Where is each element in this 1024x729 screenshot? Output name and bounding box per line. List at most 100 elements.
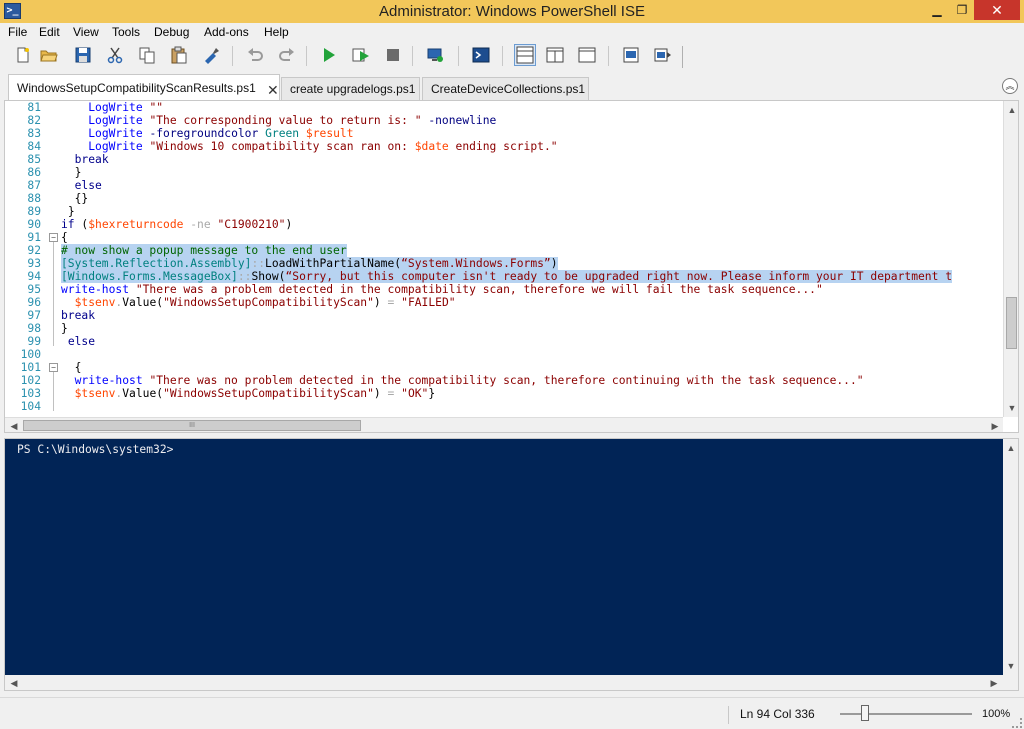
scroll-up-arrow-icon[interactable]: ▲ bbox=[1005, 103, 1018, 117]
code-line[interactable]: 83 LogWrite -foregroundcolor Green $resu… bbox=[5, 127, 1003, 140]
paste-icon[interactable] bbox=[170, 46, 188, 64]
minimize-button[interactable]: ▁ bbox=[924, 0, 950, 20]
menu-addons[interactable]: Add-ons bbox=[204, 25, 249, 39]
code-line[interactable]: 100 bbox=[5, 348, 1003, 361]
token: {} bbox=[74, 192, 89, 205]
menu-bar: File Edit View Tools Debug Add-ons Help bbox=[0, 23, 1024, 42]
code-line[interactable]: 102 write-host "There was no problem det… bbox=[5, 374, 1003, 387]
code-line[interactable]: 82 LogWrite "The corresponding value to … bbox=[5, 114, 1003, 127]
show-command-window-icon[interactable] bbox=[654, 46, 672, 64]
token: $hexreturncode bbox=[88, 218, 184, 231]
commands-addon-icon[interactable] bbox=[622, 46, 640, 64]
collapse-region-icon[interactable]: − bbox=[49, 233, 58, 242]
code-text: } bbox=[61, 205, 75, 218]
token: } bbox=[74, 166, 82, 179]
code-line[interactable]: 81 LogWrite "" bbox=[5, 101, 1003, 114]
console-output[interactable]: PS C:\Windows\system32> bbox=[5, 439, 1003, 675]
code-line[interactable]: 101− { bbox=[5, 361, 1003, 374]
scroll-up-arrow-icon[interactable]: ▲ bbox=[1004, 441, 1018, 455]
menu-view[interactable]: View bbox=[73, 25, 99, 39]
code-line[interactable]: 96 $tsenv.Value("WindowsSetupCompatibili… bbox=[5, 296, 1003, 309]
token: break bbox=[61, 309, 96, 322]
code-line[interactable]: 91−{ bbox=[5, 231, 1003, 244]
tab-createdevicecollections[interactable]: CreateDeviceCollections.ps1 bbox=[422, 77, 589, 100]
token: "There was no problem detected in the co… bbox=[149, 374, 864, 387]
show-script-right-icon[interactable] bbox=[546, 46, 564, 64]
scroll-left-arrow-icon[interactable]: ◀ bbox=[7, 419, 21, 432]
title-bar[interactable]: >_ Administrator: Windows PowerShell ISE… bbox=[0, 0, 1024, 23]
menu-file[interactable]: File bbox=[8, 25, 27, 39]
code-line[interactable]: 94 [Windows.Forms.MessageBox]::Show(“Sorr… bbox=[5, 270, 1003, 283]
remote-powershell-icon[interactable] bbox=[426, 46, 444, 64]
scroll-down-arrow-icon[interactable]: ▼ bbox=[1005, 401, 1018, 415]
editor-horizontal-scrollbar[interactable]: ◀ III ▶ bbox=[5, 417, 1003, 432]
clear-console-icon[interactable] bbox=[202, 46, 220, 64]
redo-icon[interactable] bbox=[278, 46, 296, 64]
menu-help[interactable]: Help bbox=[264, 25, 289, 39]
code-line[interactable]: 103 $tsenv.Value("WindowsSetupCompatibil… bbox=[5, 387, 1003, 400]
collapse-script-pane-icon[interactable]: ︽ bbox=[1002, 78, 1018, 94]
scroll-down-arrow-icon[interactable]: ▼ bbox=[1004, 659, 1018, 673]
cut-icon[interactable] bbox=[106, 46, 124, 64]
collapse-region-icon[interactable]: − bbox=[49, 363, 58, 372]
console-pane[interactable]: PS C:\Windows\system32> ▲ ▼ ◀ ▶ bbox=[4, 438, 1019, 691]
scroll-left-arrow-icon[interactable]: ◀ bbox=[7, 676, 21, 690]
toolbar-separator bbox=[232, 46, 233, 66]
code-line[interactable]: 104 bbox=[5, 400, 1003, 413]
code-line[interactable]: 89 } bbox=[5, 205, 1003, 218]
restore-button[interactable]: ❐ bbox=[950, 0, 974, 20]
show-script-maximized-icon[interactable] bbox=[578, 46, 596, 64]
code-line[interactable]: 90 if ($hexreturncode -ne "C1900210") bbox=[5, 218, 1003, 231]
new-file-icon[interactable] bbox=[14, 46, 32, 64]
code-line[interactable]: 84 LogWrite "Windows 10 compatibility sc… bbox=[5, 140, 1003, 153]
code-line[interactable]: 86 } bbox=[5, 166, 1003, 179]
scroll-thumb[interactable]: III bbox=[23, 420, 361, 431]
code-line[interactable]: 93 [System.Reflection.Assembly]::LoadWith… bbox=[5, 257, 1003, 270]
code-line[interactable]: 97 break bbox=[5, 309, 1003, 322]
token: break bbox=[74, 153, 109, 166]
save-icon[interactable] bbox=[74, 46, 92, 64]
code-line[interactable]: 85 break bbox=[5, 153, 1003, 166]
zoom-slider-track[interactable] bbox=[840, 713, 972, 715]
menu-edit[interactable]: Edit bbox=[39, 25, 60, 39]
code-text: [Windows.Forms.MessageBox]::Show(“Sorry,… bbox=[61, 270, 953, 283]
code-line[interactable]: 87 else bbox=[5, 179, 1003, 192]
powershell-console-icon[interactable] bbox=[472, 46, 490, 64]
code-text: LogWrite "Windows 10 compatibility scan … bbox=[61, 140, 557, 153]
zoom-slider-thumb[interactable] bbox=[861, 705, 869, 721]
status-bar: Ln 94 Col 336 100% bbox=[0, 697, 1024, 729]
resize-grip-icon[interactable] bbox=[1012, 718, 1022, 728]
tab-create-upgradelogs[interactable]: create upgradelogs.ps1 bbox=[281, 77, 420, 100]
menu-tools[interactable]: Tools bbox=[112, 25, 140, 39]
console-horizontal-scrollbar[interactable]: ◀ ▶ bbox=[5, 675, 1018, 690]
tab-windowssetupcompatibilityscanresults[interactable]: WindowsSetupCompatibilityScanResults.ps1… bbox=[8, 74, 280, 100]
close-window-button[interactable]: ✕ bbox=[974, 0, 1020, 20]
line-number: 88 bbox=[27, 192, 41, 205]
console-vertical-scrollbar[interactable]: ▲ ▼ bbox=[1003, 439, 1018, 675]
stop-icon[interactable] bbox=[384, 46, 402, 64]
cursor-position: Ln 94 Col 336 bbox=[740, 707, 815, 721]
scroll-right-arrow-icon[interactable]: ▶ bbox=[988, 419, 1002, 432]
code-line[interactable]: 95 write-host "There was a problem detect… bbox=[5, 283, 1003, 296]
code-text: else bbox=[61, 335, 95, 348]
script-editor[interactable]: 81 LogWrite "" 82 LogWrite "The correspon… bbox=[4, 100, 1019, 433]
code-line[interactable]: 98} bbox=[5, 322, 1003, 335]
scroll-right-arrow-icon[interactable]: ▶ bbox=[987, 676, 1001, 690]
scroll-thumb[interactable] bbox=[1006, 297, 1017, 349]
code-area[interactable]: 81 LogWrite "" 82 LogWrite "The correspon… bbox=[5, 101, 1003, 417]
code-line[interactable]: 88 {} bbox=[5, 192, 1003, 205]
show-script-top-icon[interactable] bbox=[514, 44, 536, 66]
copy-icon[interactable] bbox=[138, 46, 156, 64]
code-line[interactable]: 99 else bbox=[5, 335, 1003, 348]
undo-icon[interactable] bbox=[246, 46, 264, 64]
toolbar-overflow-grip[interactable] bbox=[682, 46, 683, 68]
code-line[interactable]: 92 # now show a popup message to the end … bbox=[5, 244, 1003, 257]
open-folder-icon[interactable] bbox=[40, 46, 58, 64]
run-selection-icon[interactable] bbox=[352, 46, 370, 64]
token: "OK" bbox=[401, 387, 429, 400]
run-script-icon[interactable] bbox=[320, 46, 338, 64]
menu-debug[interactable]: Debug bbox=[154, 25, 189, 39]
editor-vertical-scrollbar[interactable]: ▲ ▼ bbox=[1003, 101, 1018, 417]
token: $tsenv bbox=[74, 296, 116, 309]
